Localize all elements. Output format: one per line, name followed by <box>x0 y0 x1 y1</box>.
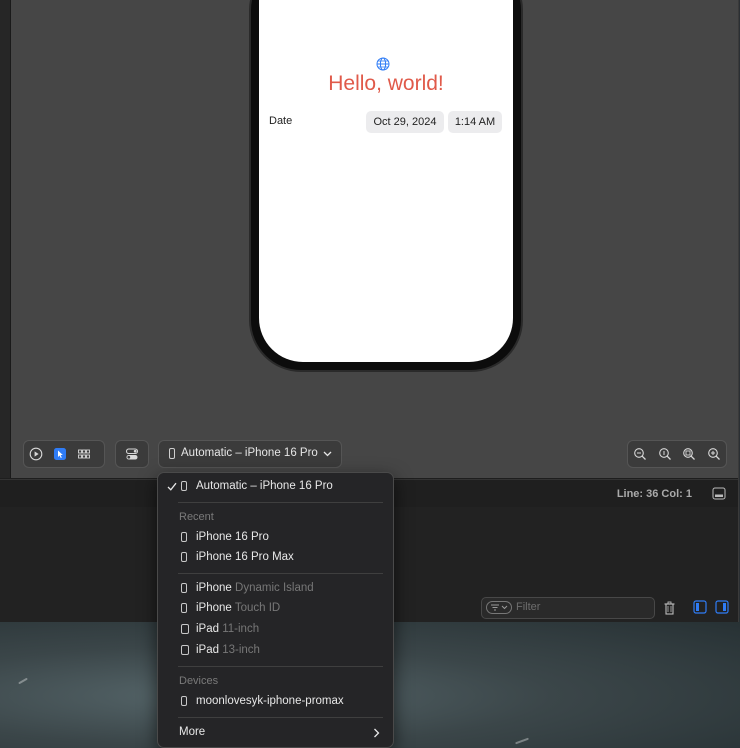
iphone-icon <box>181 696 187 706</box>
iphone-preview-frame: Hello, world! Date Oct 29, 2024 1:14 AM <box>251 0 521 370</box>
checkmark-icon <box>167 482 177 491</box>
zoom-fit-icon[interactable] <box>682 447 696 461</box>
trash-icon[interactable] <box>663 601 676 615</box>
preview-canvas: Hello, world! Date Oct 29, 2024 1:14 AM <box>11 0 738 478</box>
device-family-name: iPhone <box>196 602 232 614</box>
menu-separator <box>178 666 383 667</box>
device-settings-button[interactable] <box>115 440 149 468</box>
hello-world-text: Hello, world! <box>328 72 444 95</box>
preview-mode-group <box>23 440 105 468</box>
menu-item-connected-device[interactable]: moonlovesyk-iphone-promax <box>158 692 393 712</box>
right-panel-toggle-icon[interactable] <box>715 600 729 614</box>
editor-gutter <box>0 0 11 478</box>
left-panel-toggle-icon[interactable] <box>693 600 707 614</box>
device-selector-label: Automatic – iPhone 16 Pro <box>181 447 318 459</box>
device-family-detail: 11-inch <box>222 623 260 635</box>
iphone-icon <box>169 448 175 459</box>
zoom-controls <box>627 440 727 468</box>
date-picker-date[interactable]: Oct 29, 2024 <box>366 111 444 133</box>
menu-item-more[interactable]: More <box>158 723 393 743</box>
globe-icon <box>376 57 390 71</box>
menu-item-label: iPhone 16 Pro <box>196 531 269 543</box>
device-family-name: iPhone <box>196 582 232 594</box>
menu-item-ipad-13-inch[interactable]: iPad 13-inch <box>158 641 393 661</box>
device-family-name: iPad <box>196 644 220 656</box>
ipad-icon <box>181 645 189 655</box>
menu-item-label: moonlovesyk-iphone-promax <box>196 695 344 707</box>
iphone-icon <box>181 552 187 562</box>
zoom-out-icon[interactable] <box>633 447 647 461</box>
device-family-detail: 13-inch <box>222 644 260 656</box>
menu-item-iphone-16-pro[interactable]: iPhone 16 Pro <box>158 528 393 548</box>
menu-separator <box>178 573 383 574</box>
date-label: Date <box>269 115 293 127</box>
menu-item-iphone-touch-id[interactable]: iPhone Touch ID <box>158 599 393 619</box>
device-family-detail: Touch ID <box>234 602 281 614</box>
console-filter-field[interactable]: Filter <box>481 597 655 619</box>
grid-icon <box>78 449 90 459</box>
wallpaper-detail <box>18 677 28 685</box>
filter-icon <box>486 601 512 614</box>
iphone-icon <box>181 583 187 593</box>
zoom-100-icon[interactable] <box>658 447 672 461</box>
menu-item-iphone-dynamic-island[interactable]: iPhone Dynamic Island <box>158 579 393 599</box>
variants-button[interactable] <box>72 443 96 465</box>
device-selector-button[interactable]: Automatic – iPhone 16 Pro <box>158 440 342 468</box>
cursor-select-icon <box>54 448 66 460</box>
filter-placeholder: Filter <box>516 601 541 613</box>
device-family-detail: Dynamic Island <box>235 582 314 594</box>
device-family-name: iPad <box>196 623 220 635</box>
recent-section-header: Recent <box>179 511 214 523</box>
menu-item-label: Automatic – iPhone 16 Pro <box>196 480 333 492</box>
live-preview-button[interactable] <box>24 443 48 465</box>
iphone-preview-screen: Hello, world! Date Oct 29, 2024 1:14 AM <box>259 0 513 362</box>
menu-item-automatic[interactable]: Automatic – iPhone 16 Pro <box>158 477 393 497</box>
line-column-indicator: Line: 36 Col: 1 <box>616 488 692 500</box>
menu-separator <box>178 502 383 503</box>
device-selector-menu: Automatic – iPhone 16 Pro Recent iPhone … <box>157 472 394 748</box>
iphone-icon <box>181 603 187 613</box>
play-circle-icon <box>29 447 43 461</box>
menu-item-label: iPhone 16 Pro Max <box>196 551 294 563</box>
zoom-in-icon[interactable] <box>707 447 721 461</box>
iphone-icon <box>181 532 187 542</box>
date-picker-time[interactable]: 1:14 AM <box>448 111 502 133</box>
menu-separator <box>178 717 383 718</box>
ipad-icon <box>181 624 189 634</box>
chevron-down-icon <box>323 451 332 457</box>
iphone-icon <box>181 481 187 491</box>
menu-item-label: More <box>179 726 206 738</box>
wallpaper-detail <box>515 737 529 745</box>
menu-item-ipad-11-inch[interactable]: iPad 11-inch <box>158 620 393 640</box>
menu-item-iphone-16-pro-max[interactable]: iPhone 16 Pro Max <box>158 548 393 568</box>
toggle-debug-area-icon[interactable] <box>712 487 726 500</box>
toggle-settings-icon <box>126 448 138 460</box>
devices-section-header: Devices <box>179 675 219 687</box>
chevron-right-icon <box>374 728 380 738</box>
selectable-mode-button[interactable] <box>48 443 72 465</box>
